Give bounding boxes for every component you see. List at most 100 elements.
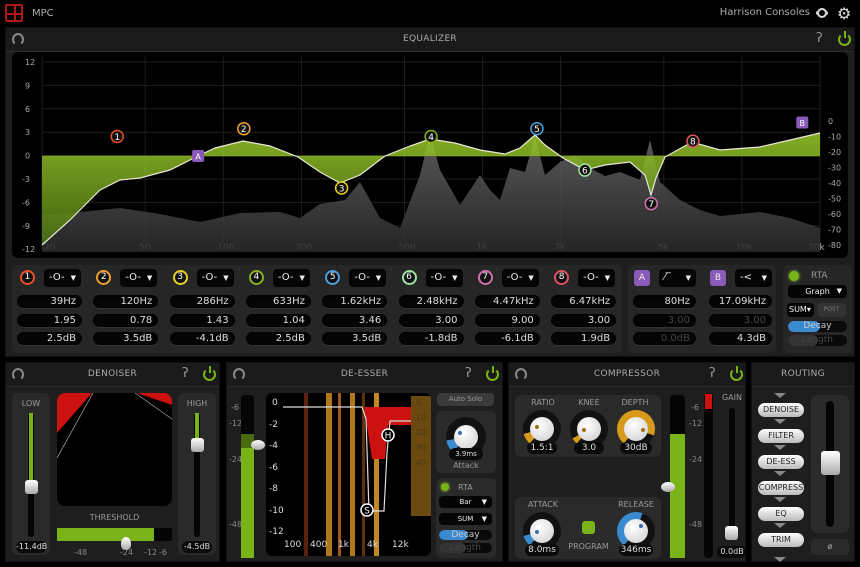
routing-item-compress[interactable]: COMPRESS [758, 481, 804, 495]
routing-item-de-ess[interactable]: DE-ESS [758, 455, 804, 469]
listen-ear-icon[interactable]: ʔ [816, 31, 823, 46]
bypass-icon[interactable] [817, 8, 827, 18]
band-8-type-dropdown[interactable]: -O- ▼ [578, 269, 616, 287]
listen-ear-icon[interactable]: ʔ [465, 366, 472, 381]
band-5-freq-field[interactable]: 1.62kHz [322, 295, 388, 308]
band-4-gain-field[interactable]: 2.5dB [245, 332, 311, 345]
power-icon[interactable] [203, 366, 216, 381]
eq-band-node-5[interactable]: 5 [530, 121, 544, 136]
deesser-threshold-thumb[interactable] [251, 440, 265, 450]
low-fader-thumb[interactable] [25, 480, 38, 494]
deesser-rta-source-dropdown[interactable]: SUM ▼ [439, 513, 492, 525]
band-3-badge[interactable]: 3 [172, 270, 188, 285]
filter-b-q-field[interactable]: 3.00 [709, 313, 772, 327]
power-icon[interactable] [838, 31, 851, 46]
eq-band-node-3[interactable]: 3 [334, 181, 349, 195]
phase-invert-button[interactable]: ø [811, 539, 849, 555]
rta-led[interactable] [789, 271, 799, 281]
rta-length-slider[interactable]: Length [788, 335, 847, 346]
band-1-badge[interactable]: 1 [20, 270, 35, 285]
eq-band-node-6[interactable]: 6 [578, 163, 592, 177]
program-button[interactable] [582, 521, 595, 534]
band-4-type-dropdown[interactable]: -O- ▼ [272, 269, 310, 287]
filter-a-badge[interactable]: A [634, 270, 650, 286]
band-7-q-field[interactable]: 9.00 [474, 313, 540, 327]
band-5-type-dropdown[interactable]: -O- ▼ [349, 269, 387, 287]
band-6-type-dropdown[interactable]: -O- ▼ [425, 269, 463, 287]
band-2-gain-field[interactable]: 3.5dB [93, 332, 159, 345]
power-icon[interactable] [486, 366, 499, 381]
eq-band-node-1[interactable]: 1 [110, 129, 124, 144]
band-3-q-field[interactable]: 1.43 [169, 313, 235, 327]
band-1-q-field[interactable]: 1.95 [17, 313, 82, 327]
band-7-freq-field[interactable]: 4.47kHz [474, 295, 540, 308]
low-fader-track[interactable] [28, 413, 34, 537]
eq-filter-node-b[interactable]: B [796, 116, 809, 129]
band-8-gain-field[interactable]: 1.9dB [551, 332, 617, 345]
trim-fader-thumb[interactable] [821, 451, 840, 475]
filter-b-gain-field[interactable]: 4.3dB [709, 332, 772, 345]
deesser-length-slider[interactable]: Length [439, 543, 492, 553]
eq-band-node-2[interactable]: 2 [237, 121, 251, 136]
band-2-q-field[interactable]: 0.78 [93, 313, 159, 327]
band-8-badge[interactable]: 8 [554, 270, 570, 285]
band-3-type-dropdown[interactable]: -O- ▼ [196, 269, 234, 287]
band-1-freq-field[interactable]: 39Hz [17, 295, 82, 308]
eq-filter-node-a[interactable]: A [192, 150, 205, 162]
filter-b-type-dropdown[interactable]: -< ▼ [735, 269, 772, 287]
band-2-freq-field[interactable]: 120Hz [93, 295, 159, 308]
routing-item-filter[interactable]: FILTER [758, 429, 804, 443]
band-6-badge[interactable]: 6 [401, 270, 417, 285]
band-3-gain-field[interactable]: -4.1dB [169, 332, 235, 345]
routing-item-eq[interactable]: EQ [758, 507, 804, 521]
eq-band-node-7[interactable]: 7 [644, 196, 658, 211]
band-5-gain-field[interactable]: 3.5dB [322, 332, 388, 345]
threshold-slider[interactable] [57, 528, 172, 541]
band-4-freq-field[interactable]: 633Hz [245, 295, 311, 308]
band-5-q-field[interactable]: 3.46 [322, 313, 388, 327]
band-8-freq-field[interactable]: 6.47kHz [551, 295, 617, 308]
settings-gear-icon[interactable]: ⚙ [837, 4, 851, 23]
band-4-q-field[interactable]: 1.04 [245, 313, 311, 327]
deesser-graph[interactable]: H S 0 -2 -4 -6 -8 -10 -12 100 400 1k 4k 12k 0 -10 -20 -… [266, 393, 431, 556]
band-8-q-field[interactable]: 3.00 [551, 313, 617, 327]
filter-b-badge[interactable]: B [710, 270, 726, 286]
eq-band-node-8[interactable]: 8 [686, 134, 700, 148]
band-1-type-dropdown[interactable]: -O- ▼ [44, 269, 81, 287]
filter-a-type-dropdown[interactable]: ⁄‾ ▼ [659, 269, 696, 287]
band-7-badge[interactable]: 7 [477, 270, 493, 285]
band-6-gain-field[interactable]: -1.8dB [398, 332, 464, 345]
rta-decay-slider[interactable]: Decay [788, 321, 847, 332]
power-icon[interactable] [730, 366, 743, 381]
auto-solo-button[interactable]: Auto Solo [437, 393, 494, 406]
rta-mode-dropdown[interactable]: Graph ▼ [788, 285, 847, 298]
band-7-type-dropdown[interactable]: -O- ▼ [501, 269, 539, 287]
compressor-threshold-thumb[interactable] [661, 482, 675, 492]
routing-item-denoise[interactable]: DENOISE [758, 403, 804, 417]
band-3-freq-field[interactable]: 286Hz [169, 295, 235, 308]
listen-ear-icon[interactable]: ʔ [709, 366, 716, 381]
high-fader-thumb[interactable] [191, 438, 204, 452]
high-fader-track[interactable] [194, 413, 200, 537]
deesser-rta-led[interactable] [441, 483, 449, 491]
band-7-gain-field[interactable]: -6.1dB [474, 332, 540, 345]
eq-band-node-4[interactable]: 4 [424, 129, 438, 144]
routing-item-trim[interactable]: TRIM [758, 533, 804, 547]
gain-fader-track[interactable] [729, 408, 735, 538]
band-4-badge[interactable]: 4 [248, 270, 264, 285]
eq-graph[interactable]: 20501002005001k2k5k10k20k129630-3-6-9-12… [12, 52, 848, 258]
deesser-decay-slider[interactable]: Decay [439, 530, 492, 540]
rta-post-button[interactable]: POST [817, 303, 846, 317]
filter-a-q-field[interactable]: 3.00 [633, 313, 696, 327]
filter-b-freq-field[interactable]: 17.09kHz [709, 295, 772, 308]
band-2-type-dropdown[interactable]: -O- ▼ [120, 269, 158, 287]
filter-a-gain-field[interactable]: 0.0dB [633, 332, 696, 345]
band-1-gain-field[interactable]: 2.5dB [17, 332, 82, 345]
rta-source-dropdown[interactable]: SUM▾ [787, 303, 814, 317]
listen-ear-icon[interactable]: ʔ [182, 366, 189, 381]
gain-fader-thumb[interactable] [725, 526, 738, 540]
filter-a-freq-field[interactable]: 80Hz [633, 295, 696, 308]
band-6-q-field[interactable]: 3.00 [398, 313, 464, 327]
band-6-freq-field[interactable]: 2.48kHz [398, 295, 464, 308]
deesser-rta-mode-dropdown[interactable]: Bar ▼ [439, 496, 492, 508]
